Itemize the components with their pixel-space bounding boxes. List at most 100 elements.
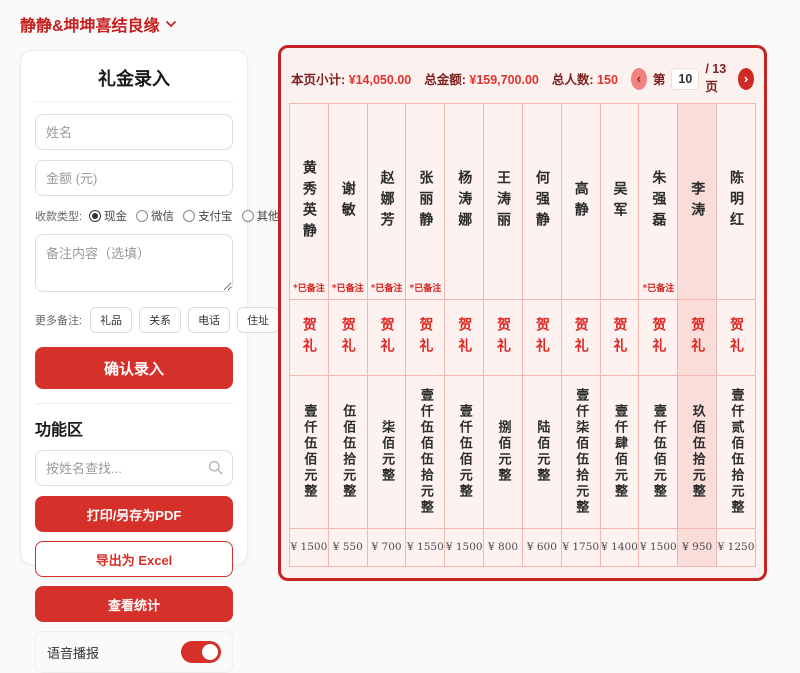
confirm-entry-button[interactable]: 确认录入 — [35, 347, 233, 389]
app-title[interactable]: 静静&坤坤喜结良缘 — [20, 12, 176, 36]
amount-numeric-cell: ¥ 1500 — [290, 529, 328, 565]
guest-name: 王涛丽 — [495, 170, 512, 233]
amount-cn: 壹仟伍佰伍拾元整 — [417, 388, 433, 516]
amount-cn: 玖佰伍拾元整 — [689, 404, 705, 500]
search-field — [35, 450, 233, 486]
payment-option-3[interactable]: 其他 — [241, 208, 280, 224]
export-excel-button[interactable]: 导出为 Excel — [35, 541, 233, 577]
radio-label: 现金 — [104, 211, 128, 223]
radio-label: 其他 — [256, 211, 280, 223]
ledger-column-8[interactable]: 吴军 贺礼 壹仟肆佰元整 ¥ 1400 — [599, 104, 639, 566]
amount-numeric-cell: ¥ 700 — [368, 529, 406, 565]
amount-numeric: ¥ 1550 — [407, 541, 444, 553]
note-tag-button-0[interactable]: 礼品 — [90, 307, 133, 333]
gift-label: 贺礼 — [417, 316, 434, 359]
amount-cn-cell: 壹仟伍佰伍拾元整 — [406, 376, 445, 529]
amount-cn-cell: 壹仟伍佰元整 — [639, 376, 678, 529]
gift-label: 贺礼 — [456, 316, 473, 359]
next-page-button[interactable]: › — [738, 67, 754, 90]
ledger-column-0[interactable]: 黄秀英静 *已备注贺礼壹仟伍佰元整 ¥ 1500 — [290, 104, 328, 566]
prev-page-button[interactable]: ‹ — [630, 67, 647, 90]
gift-label-cell: 贺礼 — [678, 300, 717, 376]
voice-toggle[interactable] — [181, 641, 221, 663]
gift-label-cell: 贺礼 — [717, 300, 755, 376]
ledger-column-11[interactable]: 陈明红 贺礼 壹仟贰佰伍拾元整 ¥ 1250 — [716, 104, 755, 566]
guest-name-cell: 朱强磊 *已备注 — [639, 104, 678, 300]
gift-label: 贺礼 — [495, 316, 512, 359]
note-tag-button-2[interactable]: 电话 — [188, 307, 231, 333]
guest-name-cell: 谢敏 *已备注 — [328, 104, 367, 300]
gift-label: 贺礼 — [378, 316, 395, 359]
radio-label: 支付宝 — [198, 211, 233, 223]
toggle-knob — [202, 644, 218, 660]
page-subtotal: 本页小计: ¥14,050.00 — [291, 69, 411, 88]
amount-numeric-cell: ¥ 1500 — [639, 529, 677, 565]
guest-name: 朱强磊 — [650, 170, 667, 233]
amount-cn: 壹仟贰佰伍拾元整 — [728, 388, 744, 516]
ledger-column-9[interactable]: 朱强磊 *已备注贺礼壹仟伍佰元整 ¥ 1500 — [638, 104, 678, 566]
amount-cn-cell: 壹仟伍佰元整 — [445, 376, 484, 529]
guest-name-cell: 高静 — [561, 104, 600, 300]
voice-broadcast-label: 语音播报 — [47, 645, 100, 661]
total-count-label: 总人数: — [551, 73, 594, 87]
noted-badge: *已备注 — [293, 284, 325, 294]
gift-label: 贺礼 — [689, 316, 706, 359]
search-input[interactable] — [35, 450, 233, 486]
amount-cn-cell: 玖佰伍拾元整 — [678, 376, 717, 529]
amount-cn-cell: 壹仟柒佰伍拾元整 — [561, 376, 600, 529]
gift-label-cell: 贺礼 — [522, 300, 561, 376]
chevron-down-icon — [165, 21, 176, 28]
guest-name: 吴军 — [611, 180, 628, 223]
ledger-column-3[interactable]: 张丽静 *已备注贺礼壹仟伍佰伍拾元整 ¥ 1550 — [405, 104, 445, 566]
total-count-value: 150 — [597, 73, 618, 87]
payment-option-2[interactable]: 支付宝 — [183, 208, 233, 224]
noted-badge: *已备注 — [409, 284, 442, 294]
amount-input[interactable] — [35, 160, 233, 196]
name-input[interactable] — [35, 114, 233, 150]
guest-name: 张丽静 — [417, 170, 434, 233]
note-tag-button-3[interactable]: 住址 — [237, 307, 280, 333]
amount-cn: 壹仟伍佰元整 — [301, 404, 317, 500]
note-tag-button-1[interactable]: 关系 — [139, 307, 182, 333]
amount-numeric: ¥ 550 — [332, 541, 363, 553]
ledger-column-7[interactable]: 高静 贺礼 壹仟柒佰伍拾元整 ¥ 1750 — [560, 104, 600, 566]
gift-label-cell: 贺礼 — [445, 300, 484, 376]
view-stats-button[interactable]: 查看统计 — [35, 586, 233, 622]
amount-cn: 柒佰元整 — [379, 420, 395, 484]
total-amount-label: 总金额: — [424, 73, 466, 87]
amount-cn: 伍佰伍拾元整 — [340, 404, 356, 500]
ledger-column-6[interactable]: 何强静 贺礼 陆佰元整 ¥ 600 — [521, 104, 561, 566]
gift-label: 贺礼 — [300, 316, 317, 359]
gift-label: 贺礼 — [339, 316, 356, 359]
gift-label: 贺礼 — [611, 316, 628, 359]
ledger-column-4[interactable]: 杨涛娜 贺礼 壹仟伍佰元整 ¥ 1500 — [444, 104, 484, 566]
sidebar-divider — [35, 403, 233, 404]
guest-name: 高静 — [572, 180, 589, 223]
gift-label: 贺礼 — [650, 316, 667, 359]
noted-badge: *已备注 — [331, 284, 364, 294]
ledger-column-10[interactable]: 李涛 贺礼 玖佰伍拾元整 ¥ 950 — [677, 104, 717, 566]
guest-name-cell: 何强静 — [522, 104, 561, 300]
ledger-column-5[interactable]: 王涛丽 贺礼 捌佰元整 ¥ 800 — [483, 104, 522, 566]
amount-numeric-cell: ¥ 1750 — [562, 529, 600, 565]
amount-numeric: ¥ 1500 — [639, 541, 677, 553]
guest-name-cell: 吴军 — [600, 104, 639, 300]
amount-numeric-cell: ¥ 550 — [329, 529, 367, 565]
guest-name: 谢敏 — [339, 180, 356, 223]
radio-label: 微信 — [151, 211, 175, 223]
amount-cn: 壹仟肆佰元整 — [612, 404, 628, 500]
note-textarea[interactable] — [35, 234, 233, 292]
amount-numeric-cell: ¥ 1250 — [717, 529, 755, 565]
payment-option-1[interactable]: 微信 — [136, 208, 174, 224]
ledger-column-1[interactable]: 谢敏 *已备注贺礼伍佰伍拾元整 ¥ 550 — [327, 104, 367, 566]
payment-type-group: 收款类型: 现金 微信 支付宝 其他 — [35, 208, 280, 224]
guest-name-cell: 黄秀英静 *已备注 — [290, 104, 328, 300]
payment-option-0[interactable]: 现金 — [89, 208, 127, 224]
amount-numeric-cell: ¥ 1550 — [406, 529, 444, 565]
gift-label-cell: 贺礼 — [484, 300, 522, 376]
guest-name-cell: 王涛丽 — [484, 104, 522, 300]
page-number-input[interactable] — [671, 67, 700, 90]
amount-cn: 壹仟柒佰伍拾元整 — [573, 388, 589, 516]
print-pdf-button[interactable]: 打印/另存为PDF — [35, 496, 233, 532]
ledger-column-2[interactable]: 赵娜芳 *已备注 贺礼 柒佰元整 ¥ 700 — [366, 104, 406, 566]
